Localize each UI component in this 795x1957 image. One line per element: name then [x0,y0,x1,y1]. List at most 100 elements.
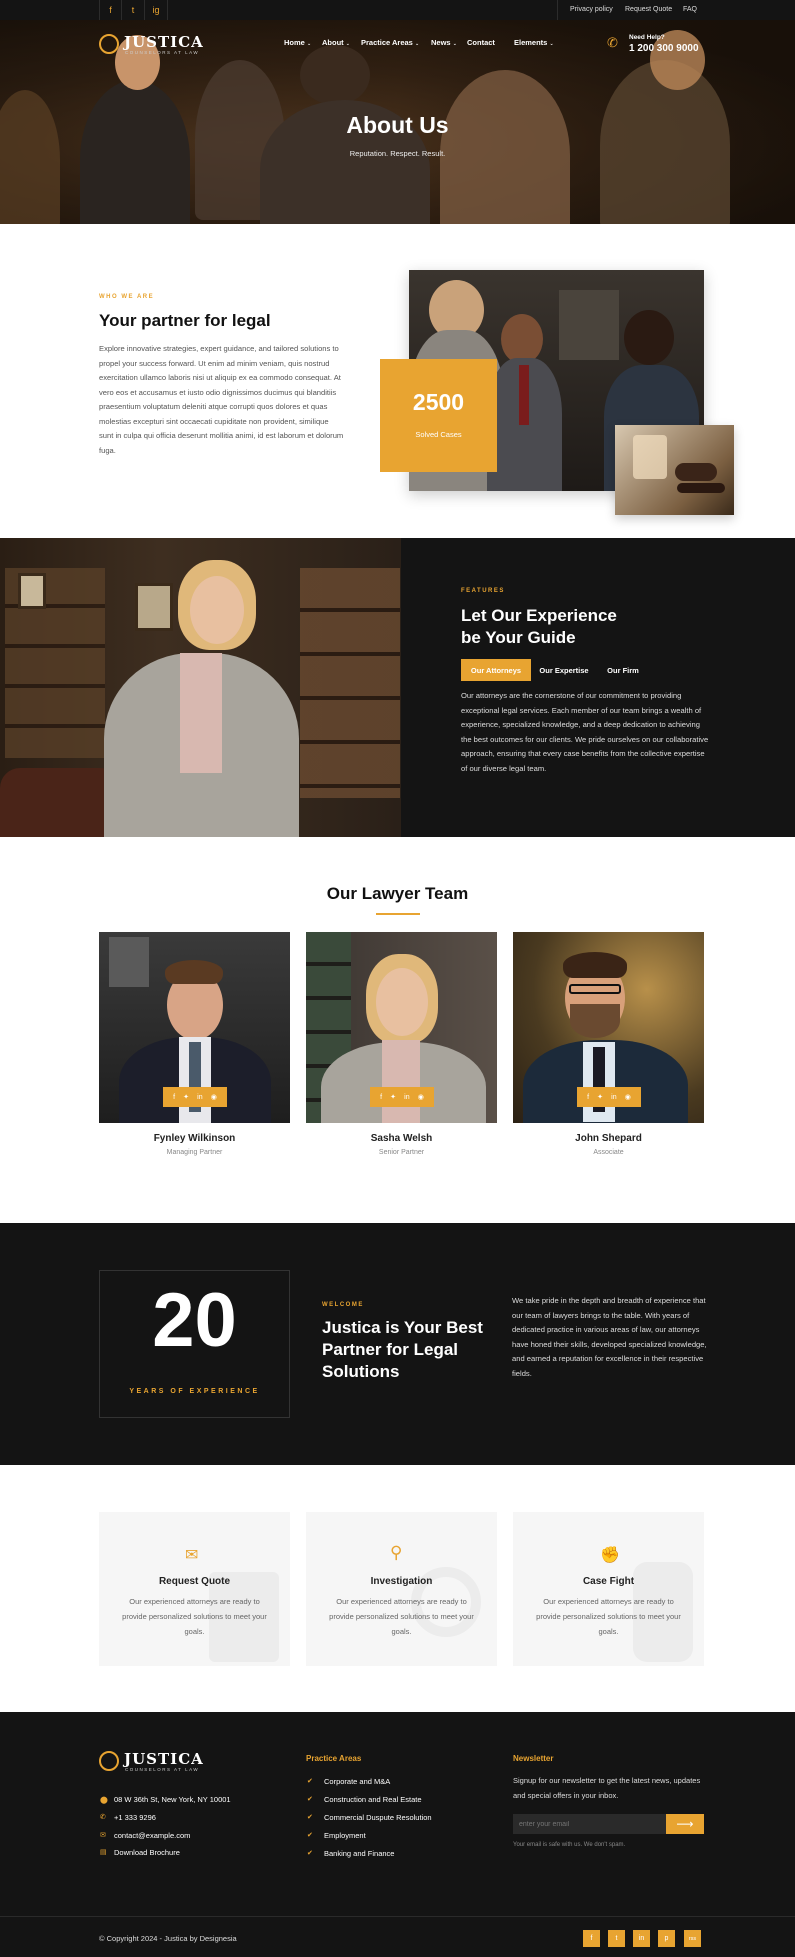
rss-icon[interactable]: rss [684,1930,701,1947]
sasha-social-links[interactable]: f ✦ in ◉ [370,1087,434,1107]
twitter-icon[interactable]: ✦ [390,1093,396,1101]
about-title: Your partner for legal [99,311,271,330]
service-card-request-quote[interactable] [99,1512,290,1666]
experience-title-line2: be Your Guide [461,628,576,647]
linkedin-icon[interactable]: in [404,1094,409,1101]
nav-practice-areas[interactable]: Practice Areas ⌄ [361,38,419,47]
faq-link[interactable]: FAQ [683,6,697,13]
request-quote-link[interactable]: Request Quote [625,6,672,13]
linkedin-icon[interactable]: in [197,1094,202,1101]
email-icon: ✉ [100,1832,106,1839]
footer-brand-name[interactable]: JUSTICA [124,1750,204,1768]
newsletter-submit-button[interactable]: ⟶ [666,1814,704,1834]
service-title[interactable]: Case Fight [513,1576,704,1587]
nav-elements[interactable]: Elements ⌄ [514,38,554,47]
service-title[interactable]: Request Quote [99,1576,290,1587]
newsletter-text: Signup for our newsletter to get the lat… [513,1776,701,1800]
about-eyebrow: WHO WE ARE [99,294,155,300]
gavel-photo [615,425,734,515]
years-count: 20 [152,1278,237,1363]
practice-link[interactable]: Commercial Duspute Resolution [324,1813,432,1822]
welcome-text: We take pride in the depth and breadth o… [512,1296,707,1378]
pinterest-icon[interactable]: ◉ [211,1093,217,1101]
practice-link[interactable]: Banking and Finance [324,1849,394,1858]
welcome-title-line1: Justica is Your Best [322,1318,483,1337]
pinterest-icon[interactable]: ◉ [625,1093,631,1101]
footer-phone[interactable]: +1 333 9296 [114,1813,156,1822]
nav-about[interactable]: About ⌄ [322,38,350,47]
pinterest-icon[interactable]: ◉ [418,1093,424,1101]
facebook-icon[interactable]: f [587,1094,589,1101]
footer-address: 08 W 36th St, New York, NY 10001 [114,1795,231,1804]
nav-home[interactable]: Home ⌄ [284,38,311,47]
title-underline [376,913,420,915]
tab-our-expertise[interactable]: Our Expertise [533,659,595,681]
newsletter-email-input[interactable] [513,1814,666,1834]
lawyer-name[interactable]: John Shepard [513,1133,704,1144]
tab-our-firm[interactable]: Our Firm [597,659,649,681]
welcome-eyebrow: WELCOME [322,1302,364,1308]
check-icon: ✔ [307,1832,313,1839]
fynley-social-links[interactable]: f ✦ in ◉ [163,1087,227,1107]
pinterest-icon[interactable]: p [658,1930,675,1947]
about-text: Explore innovative strategies, expert gu… [99,344,344,455]
lawyer-name[interactable]: Fynley Wilkinson [99,1133,290,1144]
page-title: About Us [346,112,449,138]
file-icon: ▤ [100,1849,107,1856]
practice-link[interactable]: Employment [324,1831,366,1840]
practice-link[interactable]: Construction and Real Estate [324,1795,422,1804]
need-help-label: Need Help? [629,34,665,41]
scales-logo-icon[interactable] [99,34,119,54]
experience-text: Our attorneys are the cornerstone of our… [461,691,709,773]
top-bar: f t ig Privacy policy Request Quote FAQ [0,0,795,20]
facebook-icon[interactable]: f [173,1094,175,1101]
facebook-icon[interactable]: f [380,1094,382,1101]
service-text: Our experienced attorneys are ready to p… [122,1597,267,1636]
footer-brand-tagline: COUNSELORS AT LAW [125,1767,200,1772]
twitter-icon[interactable]: ✦ [183,1093,189,1101]
footer-brochure-link[interactable]: Download Brochure [114,1848,180,1857]
practice-areas-heading: Practice Areas [306,1754,362,1763]
solved-cases-label: Solved Cases [415,430,462,439]
years-label: YEARS OF EXPERIENCE [129,1388,260,1395]
nav-news[interactable]: News ⌄ [431,38,457,47]
service-text: Our experienced attorneys are ready to p… [536,1597,681,1636]
check-icon: ✔ [307,1778,313,1785]
check-icon: ✔ [307,1850,313,1857]
footer-email[interactable]: contact@example.com [114,1831,190,1840]
solved-cases-box: 2500 Solved Cases [380,359,497,472]
scales-logo-icon[interactable] [99,1751,119,1771]
location-icon: ⬤ [100,1797,108,1804]
instagram-icon[interactable]: ig [145,0,168,20]
privacy-policy-link[interactable]: Privacy policy [570,6,613,13]
nav-contact[interactable]: Contact [467,38,495,47]
facebook-icon[interactable]: f [583,1930,600,1947]
service-title[interactable]: Investigation [306,1576,497,1587]
twitter-icon[interactable]: t [122,0,145,20]
phone-icon: ✆ [100,1814,106,1821]
facebook-icon[interactable]: f [99,0,122,20]
practice-link[interactable]: Corporate and M&A [324,1777,390,1786]
twitter-icon[interactable]: ✦ [597,1093,603,1101]
service-text: Our experienced attorneys are ready to p… [329,1597,474,1636]
twitter-icon[interactable]: t [608,1930,625,1947]
linkedin-icon[interactable]: in [633,1930,650,1947]
linkedin-icon[interactable]: in [611,1094,616,1101]
experience-title-line1: Let Our Experience [461,606,617,625]
fist-icon: ✊ [600,1547,620,1564]
tab-our-attorneys[interactable]: Our Attorneys [461,659,531,681]
footer-divider [0,1916,795,1917]
lawyer-name[interactable]: Sasha Welsh [306,1133,497,1144]
phone-number[interactable]: 1 200 300 9000 [629,43,699,54]
service-card-case-fight[interactable] [513,1512,704,1666]
brand-tagline: COUNSELORS AT LAW [125,50,200,55]
newsletter-note: Your email is safe with us. We don't spa… [513,1842,626,1848]
arrow-right-icon: ⟶ [676,1817,694,1831]
john-social-links[interactable]: f ✦ in ◉ [577,1087,641,1107]
lawyer-role: Associate [593,1149,624,1156]
copyright-text: © Copyright 2024 - Justica by Designesia [99,1934,237,1943]
brand-name[interactable]: JUSTICA [124,33,204,51]
magnifier-icon: ⚲ [390,1543,403,1562]
service-card-investigation[interactable] [306,1512,497,1666]
lawyer-role: Senior Partner [378,1149,425,1156]
